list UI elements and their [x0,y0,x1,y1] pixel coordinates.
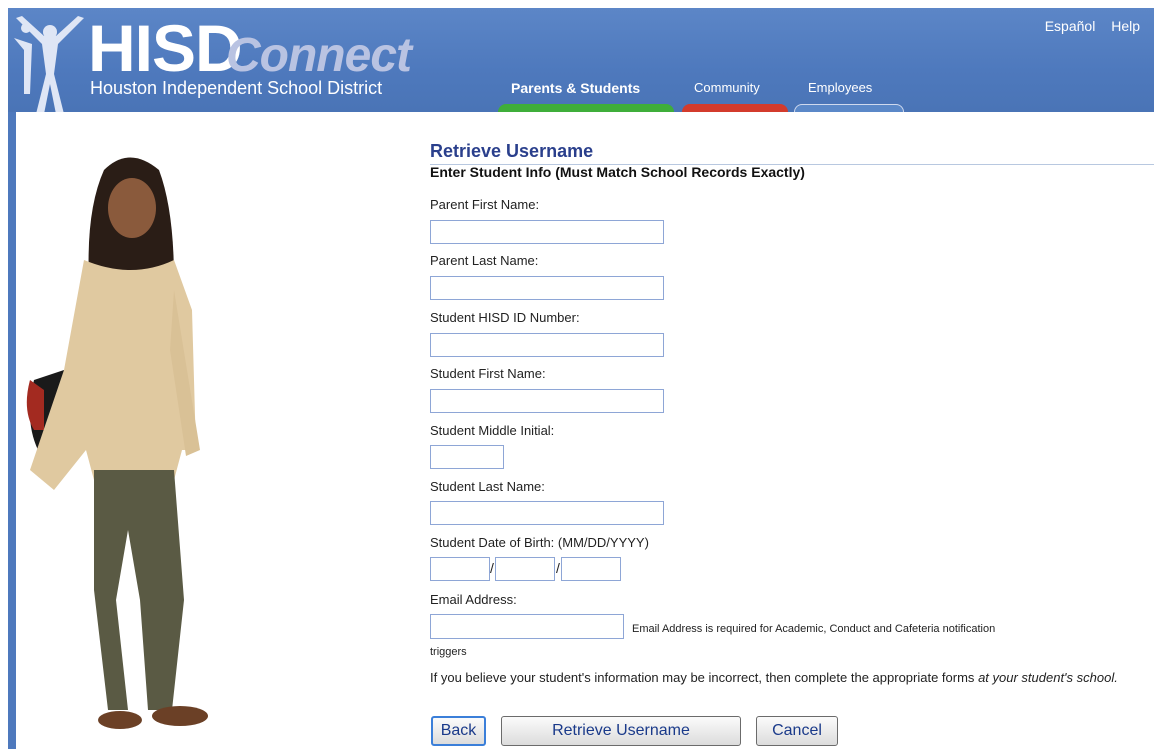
email-note-continued: triggers [430,646,467,658]
tab-parents-students-bar[interactable] [498,104,674,112]
tab-employees[interactable]: Employees [808,80,872,95]
info-text-italic: at your student's school. [978,670,1118,685]
student-id-label: Student HISD ID Number: [430,310,580,325]
site-header: HISD Connect Houston Independent School … [8,8,1154,112]
parent-last-name-input[interactable] [430,276,664,300]
form-subtitle: Enter Student Info (Must Match School Re… [430,164,805,180]
dob-label: Student Date of Birth: (MM/DD/YYYY) [430,535,649,550]
dob-year-input[interactable] [561,557,621,581]
student-last-name-input[interactable] [430,501,664,525]
logo-connect-text[interactable]: Connect [226,26,412,86]
student-middle-initial-input[interactable] [430,445,504,469]
left-border-strip [8,112,16,749]
email-label: Email Address: [430,592,517,607]
back-button[interactable]: Back [431,716,486,746]
cancel-button[interactable]: Cancel [756,716,838,746]
logo-hisd-text[interactable]: HISD [88,8,243,88]
info-text: If you believe your student's informatio… [430,668,1154,688]
email-input[interactable] [430,614,624,639]
student-last-name-label: Student Last Name: [430,479,545,494]
student-first-name-label: Student First Name: [430,366,546,381]
dob-day-input[interactable] [495,557,555,581]
parent-first-name-label: Parent First Name: [430,197,540,212]
espanol-link[interactable]: Español [1045,18,1096,34]
dob-month-input[interactable] [430,557,490,581]
tab-employees-bar[interactable] [794,104,904,112]
parent-first-name-input[interactable] [430,220,664,244]
student-id-input[interactable] [430,333,664,357]
parent-last-name-label: Parent Last Name: [430,253,539,268]
top-links: Español Help [1033,18,1140,34]
student-first-name-input[interactable] [430,389,664,413]
dob-separator: / [490,560,494,576]
retrieve-username-button[interactable]: Retrieve Username [501,716,741,746]
info-text-main: If you believe your student's informatio… [430,670,975,685]
tab-community-bar[interactable] [682,104,788,112]
page-title: Retrieve Username [430,141,1154,165]
tab-community[interactable]: Community [694,80,760,95]
student-photo [26,157,208,729]
dob-separator: / [556,560,560,576]
email-note: Email Address is required for Academic, … [632,623,996,635]
help-link[interactable]: Help [1111,18,1140,34]
tab-parents-students[interactable]: Parents & Students [511,80,640,96]
hisd-logo-figure-icon [14,16,84,112]
student-middle-initial-label: Student Middle Initial: [430,423,555,438]
logo-subtitle: Houston Independent School District [90,78,383,98]
